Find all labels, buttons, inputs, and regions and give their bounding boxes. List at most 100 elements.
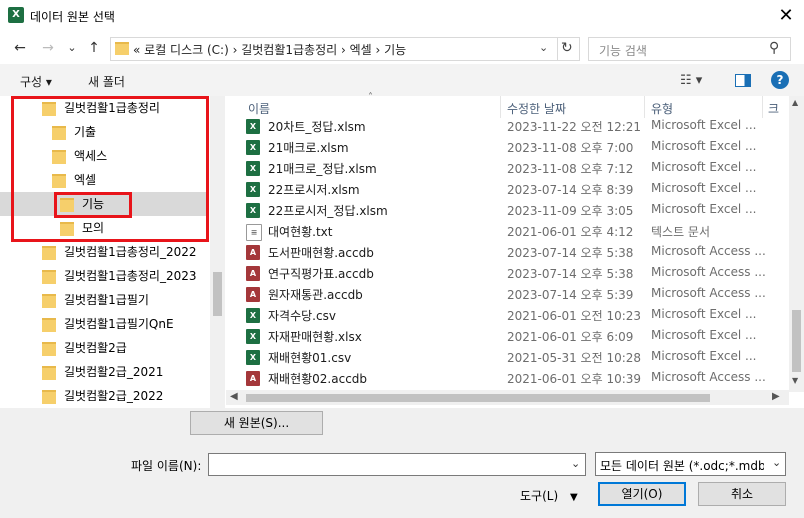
access-file-icon: A [246,287,260,302]
file-type: Microsoft Excel ... [651,328,757,342]
file-type: Microsoft Excel ... [651,181,757,195]
dropdown-arrow-icon[interactable]: ▼ [570,492,578,503]
file-name: 원자재통관.accdb [268,288,363,302]
file-date: 2023-07-14 오후 5:38 [507,267,634,281]
file-row[interactable]: X 21매크로_정답.xlsm 2023-11-08 오후 7:12 Microsof… [246,158,776,179]
file-name: 재배현황01.csv [268,351,352,365]
folder-icon [42,389,56,404]
file-name: 재배현황02.accdb [268,372,368,386]
access-file-icon: A [246,371,260,386]
file-name: 자재판매현황.xlsx [268,330,362,344]
file-row[interactable]: ≡ 대여현황.txt 2021-06-01 오후 4:12 텍스트 문서 [246,221,776,242]
column-header: ˄ 이름 수정한 날짜 유형 크 [230,92,790,118]
file-type: Microsoft Excel ... [651,349,757,363]
file-date: 2023-07-14 오후 8:39 [507,183,634,197]
excel-file-icon: X [246,329,260,344]
column-size[interactable]: 크 [768,100,779,117]
scrollbar-thumb[interactable] [792,310,801,372]
browser-panes: 길벗컴활1급총정리 기출 액세스 엑셀 기능 모의 길벗컴활1급총정리_2022 길벗컴활1급… [0,92,804,408]
access-file-icon: A [246,245,260,260]
file-row[interactable]: A 원자재통관.accdb 2023-07-14 오후 5:39 Microsoft … [246,284,776,305]
file-date: 2021-05-31 오전 10:28 [507,351,642,365]
search-box[interactable]: 기능 검색 ⚲ [588,37,791,61]
divider [500,96,501,118]
horizontal-scrollbar[interactable]: ◀ ▶ [226,390,789,405]
excel-file-icon: X [246,350,260,365]
file-type-select[interactable]: 모든 데이터 원본 (*.odc;*.mdb ⌄ [595,452,786,476]
folder-icon [115,42,129,55]
file-date: 2021-06-01 오후 10:39 [507,372,642,386]
file-date: 2021-06-01 오후 4:12 [507,225,634,239]
open-button[interactable]: 열기(O) [598,482,686,506]
file-date: 2023-11-22 오전 12:21 [507,120,642,134]
preview-pane-icon[interactable] [735,74,751,87]
new-folder-button[interactable]: 새 폴더 [88,73,125,90]
file-type: Microsoft Excel ... [651,202,757,216]
back-arrow-icon[interactable]: ← [10,38,30,58]
tools-button[interactable]: 도구(L) ▼ [520,487,578,504]
file-type: Microsoft Excel ... [651,118,757,132]
scroll-left-icon[interactable]: ◀ [230,391,238,402]
divider [762,96,763,118]
file-date: 2023-07-14 오후 5:38 [507,246,634,260]
chevron-down-icon[interactable]: ⌄ [539,41,548,54]
scroll-down-icon[interactable]: ▼ [792,376,798,385]
file-row[interactable]: X 자재판매현황.xlsx 2021-06-01 오후 6:09 Microsoft … [246,326,776,347]
file-name: 도서판매현황.accdb [268,246,374,260]
address-bar[interactable]: « 로컬 디스크 (C:) › 길벗컴활1급총정리 › 엑셀 › 기능 ⌄ ↻ [110,37,580,61]
text-file-icon: ≡ [246,224,262,241]
up-arrow-icon[interactable]: ↑ [84,38,104,58]
view-options-icon[interactable]: ☷ ▾ [680,73,702,88]
forward-arrow-icon[interactable]: → [38,38,58,58]
excel-file-icon: X [246,203,260,218]
file-date: 2023-07-14 오후 5:39 [507,288,634,302]
scroll-right-icon[interactable]: ▶ [772,391,780,402]
refresh-icon[interactable]: ↻ [561,40,573,56]
file-type-value: 모든 데이터 원본 (*.odc;*.mdb [600,459,764,473]
file-list-scrollbar[interactable]: ▲ ▼ [789,96,804,392]
file-date: 2023-11-09 오후 3:05 [507,204,634,218]
file-date: 2023-11-08 오후 7:00 [507,141,634,155]
search-input[interactable]: 기능 검색 [599,42,647,59]
excel-file-icon: X [246,182,260,197]
file-row[interactable]: X 21매크로.xlsm 2023-11-08 오후 7:00 Microsoft E… [246,137,776,158]
file-row[interactable]: A 도서판매현황.accdb 2023-07-14 오후 5:38 Microsoft… [246,242,776,263]
chevron-down-icon[interactable]: ⌄ [571,457,580,470]
file-row[interactable]: A 연구직평가표.accdb 2023-07-14 오후 5:38 Microsoft… [246,263,776,284]
excel-app-icon: X [8,7,24,23]
column-name[interactable]: 이름 [248,100,270,117]
organize-button[interactable]: 구성 ▾ [20,73,52,90]
file-name: 자격수당.csv [268,309,336,323]
file-type: 텍스트 문서 [651,225,711,239]
chevron-down-icon[interactable]: ⌄ [772,456,781,469]
scrollbar-thumb[interactable] [246,394,710,402]
excel-file-icon: X [246,140,260,155]
file-row[interactable]: X 재배현황01.csv 2021-05-31 오전 10:28 Microsoft … [246,347,776,368]
filename-label: 파일 이름(N): [131,459,202,473]
tools-label[interactable]: 도구(L) [520,489,558,503]
search-icon[interactable]: ⚲ [769,40,779,56]
divider [644,96,645,118]
column-type[interactable]: 유형 [651,100,673,117]
excel-file-icon: X [246,308,260,323]
help-icon[interactable]: ? [771,71,789,89]
scroll-up-icon[interactable]: ▲ [792,98,798,107]
address-path[interactable]: « 로컬 디스크 (C:) › 길벗컴활1급총정리 › 엑셀 › 기능 [133,41,406,58]
file-row[interactable]: X 22프로시저.xlsm 2023-07-14 오후 8:39 Microsoft … [246,179,776,200]
close-icon[interactable]: ✕ [772,2,800,30]
filename-field[interactable]: ⌄ [208,453,586,476]
file-row[interactable]: X 20차트_정답.xlsm 2023-11-22 오전 12:21 Microsof… [246,116,776,137]
column-modified[interactable]: 수정한 날짜 [507,100,566,117]
window-title: 데이터 원본 선택 [30,10,115,24]
file-row[interactable]: X 자격수당.csv 2021-06-01 오전 10:23 Microsoft Ex… [246,305,776,326]
tree-item-label: 길벗컴활2급_2022 [64,389,164,403]
access-file-icon: A [246,266,260,281]
new-source-button[interactable]: 새 원본(S)... [190,411,323,435]
cancel-button[interactable]: 취소 [698,482,786,506]
file-row[interactable]: X 22프로시저_정답.xlsm 2023-11-09 오후 3:05 Microso… [246,200,776,221]
recent-locations-icon[interactable]: ⌄ [62,38,82,58]
file-type: Microsoft Excel ... [651,139,757,153]
file-row[interactable]: A 재배현황02.accdb 2021-06-01 오후 10:39 Microsof… [246,368,776,388]
file-name: 대여현황.txt [268,225,333,239]
command-toolbar: 구성 ▾ 새 폴더 ☷ ▾ ? [0,64,804,97]
